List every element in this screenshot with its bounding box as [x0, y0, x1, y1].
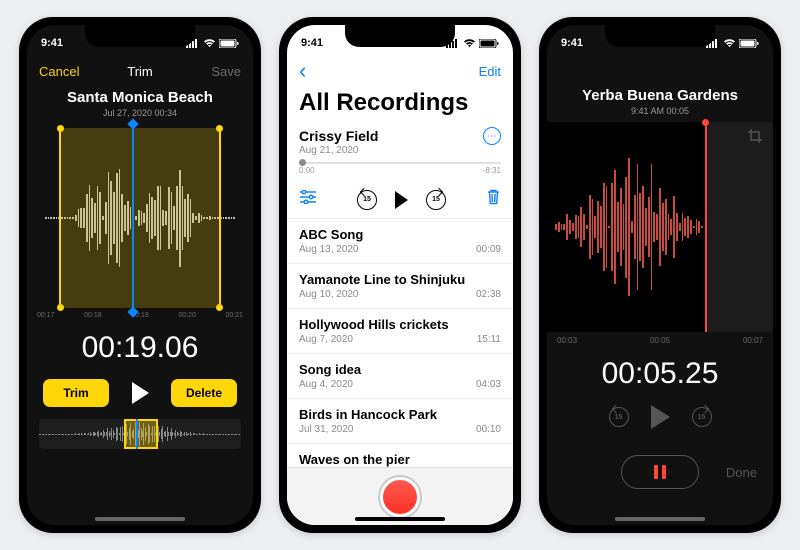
list-item[interactable]: Hollywood Hills crickets Aug 7, 2020 15:11	[287, 309, 513, 354]
list-item[interactable]: Waves on the pierJul 30, 202002:05	[287, 444, 513, 467]
list-item-date: Aug 10, 2020	[299, 289, 465, 300]
recording-subtitle: Jul 27, 2020 00:34	[27, 108, 253, 118]
list-item-title: Waves on the pier	[299, 452, 410, 467]
nav-bar: Cancel Trim Save	[27, 55, 253, 87]
timeline-ticks: 00:03 00:05 00:07	[547, 332, 773, 345]
recording-subtitle: 9:41 AM 00:05	[547, 106, 773, 116]
crop-icon[interactable]	[747, 128, 763, 144]
cancel-button[interactable]: Cancel	[39, 64, 89, 79]
list-item[interactable]: Song idea Aug 4, 2020 04:03	[287, 354, 513, 399]
list-item-date: Aug 13, 2020	[299, 244, 363, 255]
phone-recording: 9:41 Yerba Buena Gardens 9:41 AM 00:05 0…	[539, 17, 781, 533]
more-options-icon[interactable]: ⋯	[483, 127, 501, 145]
device-notch	[85, 25, 195, 47]
recording-title: Santa Monica Beach	[27, 89, 253, 106]
scrubber[interactable]: 0:00 -8:31	[299, 166, 501, 175]
options-icon[interactable]	[299, 190, 317, 209]
home-indicator[interactable]	[95, 517, 185, 521]
waveform-record-area[interactable]	[547, 122, 773, 332]
trim-selection[interactable]	[59, 128, 221, 308]
featured-title: Crissy Field	[299, 128, 378, 144]
play-button[interactable]	[395, 191, 408, 209]
save-button[interactable]: Save	[191, 64, 241, 79]
record-bar	[287, 467, 513, 525]
overview-selection[interactable]	[124, 419, 158, 449]
battery-icon	[739, 39, 759, 48]
list-item[interactable]: Yamanote Line to Shinjuku Aug 10, 2020 02:…	[287, 264, 513, 309]
current-time: 00:19.06	[27, 331, 253, 365]
wifi-icon	[203, 39, 216, 48]
list-item-title: Song idea	[299, 362, 361, 377]
device-notch	[605, 25, 715, 47]
phone-trim: 9:41 Cancel Trim Save Santa Monica Beach…	[19, 17, 261, 533]
wifi-icon	[463, 39, 476, 48]
overview-scrubber[interactable]	[39, 419, 241, 449]
waveform-trim-area[interactable]	[37, 128, 243, 308]
battery-icon	[219, 39, 239, 48]
list-item-date: Jul 31, 2020	[299, 424, 437, 435]
battery-icon	[479, 39, 499, 48]
overview-playhead[interactable]	[136, 419, 138, 449]
done-button[interactable]: Done	[726, 465, 757, 480]
status-time: 9:41	[41, 37, 63, 49]
list-item-date: Aug 7, 2020	[299, 334, 449, 345]
current-time: 00:05.25	[547, 357, 773, 391]
skip-back-15-button[interactable]: 15	[609, 407, 629, 427]
list-item-title: Hollywood Hills crickets	[299, 317, 449, 332]
device-notch	[345, 25, 455, 47]
list-item-duration: 00:09	[476, 244, 501, 255]
delete-button[interactable]: Delete	[171, 379, 237, 407]
list-item[interactable]: ABC Song Aug 13, 2020 00:09	[287, 219, 513, 264]
screen-title: Trim	[89, 64, 191, 79]
list-item-title: ABC Song	[299, 227, 363, 242]
playhead[interactable]	[132, 124, 134, 312]
page-title: All Recordings	[287, 87, 513, 121]
trash-icon[interactable]	[486, 189, 501, 210]
list-item-title: Birds in Hancock Park	[299, 407, 437, 422]
trim-button[interactable]: Trim	[43, 379, 109, 407]
pause-button[interactable]	[621, 455, 699, 489]
status-time: 9:41	[301, 37, 323, 49]
featured-recording[interactable]: Crissy Field ⋯ Aug 21, 2020 0:00 -8:31	[287, 121, 513, 179]
featured-date: Aug 21, 2020	[299, 145, 501, 156]
phone-list: 9:41 ‹ Edit All Recordings Crissy Field …	[279, 17, 521, 533]
status-time: 9:41	[561, 37, 583, 49]
nav-bar: ‹ Edit	[287, 55, 513, 87]
list-item-duration: 15:11	[477, 334, 501, 345]
playhead	[705, 122, 707, 332]
wifi-icon	[723, 39, 736, 48]
home-indicator[interactable]	[355, 517, 445, 521]
list-item-title: Yamanote Line to Shinjuku	[299, 272, 465, 287]
play-button[interactable]	[132, 382, 149, 404]
list-item-date: Aug 4, 2020	[299, 379, 361, 390]
edit-button[interactable]: Edit	[451, 64, 501, 79]
recordings-list: ABC Song Aug 13, 2020 00:09 Yamanote Line t…	[287, 219, 513, 467]
list-item-duration: 02:38	[476, 289, 501, 300]
recording-title: Yerba Buena Gardens	[547, 87, 773, 104]
skip-back-15-button[interactable]: 15	[357, 190, 377, 210]
list-item-duration: 04:03	[476, 379, 501, 390]
play-button[interactable]	[651, 405, 670, 429]
list-item[interactable]: Birds in Hancock Park Jul 31, 2020 00:10	[287, 399, 513, 444]
record-button[interactable]	[380, 477, 420, 517]
list-item-duration: 00:10	[476, 424, 501, 435]
home-indicator[interactable]	[615, 517, 705, 521]
back-button[interactable]: ‹	[299, 58, 349, 84]
skip-fwd-15-button[interactable]: 15	[692, 407, 712, 427]
skip-fwd-15-button[interactable]: 15	[426, 190, 446, 210]
